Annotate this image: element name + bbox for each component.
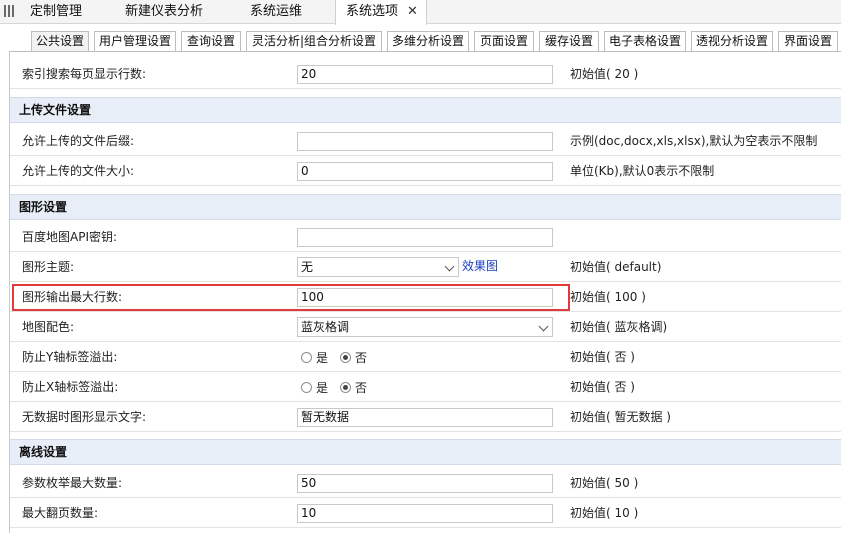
subtab-ui-settings[interactable]: 界面设置 xyxy=(778,31,838,52)
row-note: 初始值( 20 ) xyxy=(570,67,639,81)
tab-system-options-label: 系统选项 xyxy=(346,4,399,19)
row-index-search: 索引搜索每页显示行数: 20 初始值( 20 ) xyxy=(10,59,841,89)
x-overflow-radio-group: 是 否 xyxy=(301,372,379,402)
row-label: 参数枚举最大数量: xyxy=(22,476,123,490)
row-y-overflow: 防止Y轴标签溢出: 是 否 初始值( 否 ) xyxy=(10,342,841,372)
select-value: 蓝灰格调 xyxy=(301,320,350,334)
tab-system-ops[interactable]: 系统运维 xyxy=(250,0,302,24)
subtab-public-settings[interactable]: 公共设置 xyxy=(31,31,89,52)
subtab-flex-analysis[interactable]: 灵活分析|组合分析设置 xyxy=(246,31,382,52)
subtab-spreadsheet-settings[interactable]: 电子表格设置 xyxy=(604,31,686,52)
row-note: 初始值( 暂无数据 ) xyxy=(570,410,671,424)
row-note: 初始值( 否 ) xyxy=(570,380,635,394)
section-upload-settings: 上传文件设置 xyxy=(10,97,841,123)
y-overflow-no-radio[interactable] xyxy=(340,351,352,363)
radio-label: 是 xyxy=(316,380,329,395)
row-note: 初始值( 10 ) xyxy=(570,506,639,520)
radio-label: 否 xyxy=(355,380,368,395)
row-note: 初始值( 蓝灰格调) xyxy=(570,320,668,334)
row-note: 初始值( default) xyxy=(570,260,662,274)
row-upload-suffix: 允许上传的文件后缀: 示例(doc,docx,xls,xlsx),默认为空表示不… xyxy=(10,126,841,156)
row-note: 示例(doc,docx,xls,xlsx),默认为空表示不限制 xyxy=(570,134,818,148)
row-label: 最大翻页数量: xyxy=(22,506,99,520)
top-tab-bar: 定制管理 新建仪表分析 系统运维 系统选项 ✕ xyxy=(0,0,841,25)
row-label: 图形主题: xyxy=(22,260,75,274)
menu-grip-icon[interactable] xyxy=(4,5,14,17)
graph-theme-select[interactable]: 无 xyxy=(297,257,459,277)
subtab-query-settings[interactable]: 查询设置 xyxy=(181,31,241,52)
select-value: 无 xyxy=(301,260,314,274)
highlight-box xyxy=(12,284,570,311)
row-label: 无数据时图形显示文字: xyxy=(22,410,147,424)
row-label: 防止X轴标签溢出: xyxy=(22,380,119,394)
row-note: 单位(Kb),默认0表示不限制 xyxy=(570,164,715,178)
tab-system-options[interactable]: 系统选项 ✕ xyxy=(335,0,427,25)
row-no-data-text: 无数据时图形显示文字: 暂无数据 初始值( 暂无数据 ) xyxy=(10,402,841,432)
subtab-pivot-settings[interactable]: 透视分析设置 xyxy=(691,31,773,52)
row-label: 允许上传的文件后缀: xyxy=(22,134,135,148)
row-note: 初始值( 否 ) xyxy=(570,350,635,364)
subtab-user-management[interactable]: 用户管理设置 xyxy=(94,31,176,52)
chevron-down-icon xyxy=(444,261,455,272)
subtab-multidim-analysis[interactable]: 多维分析设置 xyxy=(387,31,469,52)
row-label: 允许上传的文件大小: xyxy=(22,164,135,178)
row-max-page-count: 最大翻页数量: 10 初始值( 10 ) xyxy=(10,498,841,528)
tab-new-dashboard[interactable]: 新建仪表分析 xyxy=(125,0,203,24)
close-icon[interactable]: ✕ xyxy=(407,4,418,19)
tab-custom-management[interactable]: 定制管理 xyxy=(30,0,82,24)
upload-size-input[interactable]: 0 xyxy=(297,162,553,181)
radio-label: 是 xyxy=(316,350,329,365)
x-overflow-yes-radio[interactable] xyxy=(301,381,312,393)
baidu-map-key-input[interactable] xyxy=(297,228,553,247)
row-label: 索引搜索每页显示行数: xyxy=(22,67,147,81)
param-enum-max-input[interactable]: 50 xyxy=(297,474,553,493)
no-data-text-input[interactable]: 暂无数据 xyxy=(297,408,553,427)
row-map-color: 地图配色: 蓝灰格调 初始值( 蓝灰格调) xyxy=(10,312,841,342)
row-param-enum-max: 参数枚举最大数量: 50 初始值( 50 ) xyxy=(10,468,841,498)
map-color-select[interactable]: 蓝灰格调 xyxy=(297,317,553,337)
y-overflow-yes-radio[interactable] xyxy=(301,351,312,363)
row-upload-size: 允许上传的文件大小: 0 单位(Kb),默认0表示不限制 xyxy=(10,156,841,186)
row-note: 初始值( 100 ) xyxy=(570,290,646,304)
row-baidu-key: 百度地图API密钥: xyxy=(10,222,841,252)
radio-label: 否 xyxy=(355,350,368,365)
row-x-overflow: 防止X轴标签溢出: 是 否 初始值( 否 ) xyxy=(10,372,841,402)
row-label: 百度地图API密钥: xyxy=(22,230,118,244)
row-label: 防止Y轴标签溢出: xyxy=(22,350,118,364)
x-overflow-no-radio[interactable] xyxy=(340,381,352,393)
row-note: 初始值( 50 ) xyxy=(570,476,639,490)
index-search-rows-input[interactable]: 20 xyxy=(297,65,553,84)
max-page-count-input[interactable]: 10 xyxy=(297,504,553,523)
row-graph-theme: 图形主题: 无 效果图 初始值( default) xyxy=(10,252,841,282)
subtab-cache-settings[interactable]: 缓存设置 xyxy=(539,31,599,52)
section-graph-settings: 图形设置 xyxy=(10,194,841,220)
subtab-page-settings[interactable]: 页面设置 xyxy=(474,31,534,52)
y-overflow-radio-group: 是 否 xyxy=(301,342,379,372)
upload-suffix-input[interactable] xyxy=(297,132,553,151)
preview-link[interactable]: 效果图 xyxy=(462,252,498,280)
section-offline-settings: 离线设置 xyxy=(10,439,841,465)
chevron-down-icon xyxy=(538,321,549,332)
row-label: 地图配色: xyxy=(22,320,75,334)
